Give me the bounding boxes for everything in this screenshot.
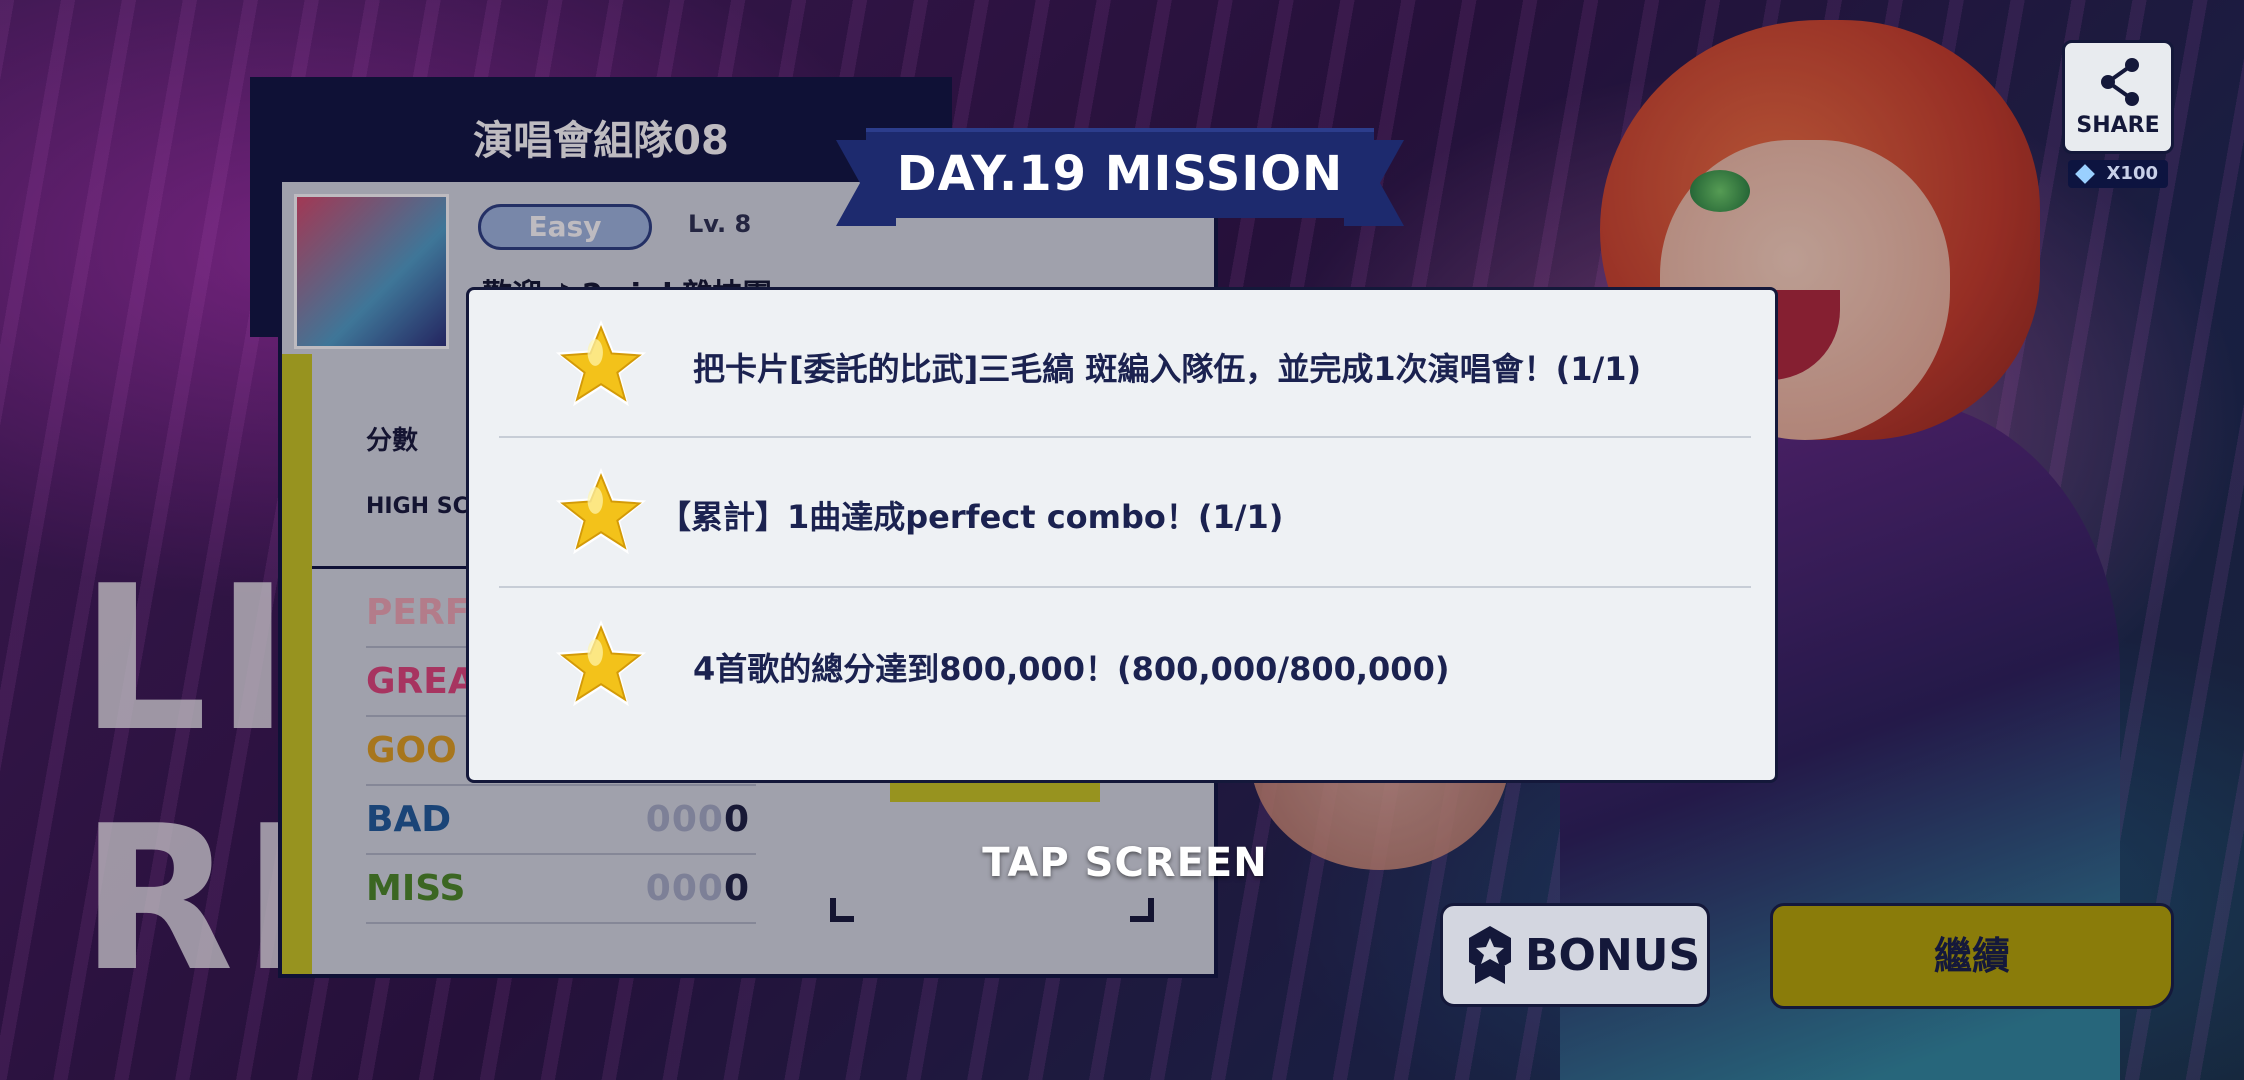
mission-modal: 把卡片[委託的比武]三毛縞 斑編入隊伍，並完成1次演唱會！(1/1) 【累計】1… — [466, 287, 1778, 783]
star-icon — [555, 319, 647, 407]
mission-item: 【累計】1曲達成perfect combo！(1/1) — [499, 438, 1751, 586]
share-label: SHARE — [2076, 113, 2160, 138]
star-icon — [555, 619, 647, 707]
mission-text: 4首歌的總分達到800,000！(800,000/800,000) — [693, 650, 1450, 688]
mission-text: 【累計】1曲達成perfect combo！(1/1) — [659, 498, 1284, 536]
bonus-label: BONUS — [1525, 930, 1701, 981]
star-icon — [555, 467, 647, 555]
mission-title-ribbon: DAY.19 MISSION — [866, 128, 1374, 218]
share-reward-amount: X100 — [2106, 163, 2158, 184]
bonus-button[interactable]: BONUS — [1440, 903, 1710, 1007]
tap-screen-prompt[interactable]: TAP SCREEN — [940, 840, 1310, 886]
ribbon-badge-icon — [1469, 926, 1511, 984]
mission-item: 把卡片[委託的比武]三毛縞 斑編入隊伍，並完成1次演唱會！(1/1) — [499, 290, 1751, 438]
mission-text: 把卡片[委託的比武]三毛縞 斑編入隊伍，並完成1次演唱會！(1/1) — [693, 350, 1642, 388]
share-button[interactable]: SHARE — [2062, 40, 2174, 154]
share-icon — [2101, 58, 2139, 106]
mission-item: 4首歌的總分達到800,000！(800,000/800,000) — [499, 588, 1751, 736]
share-reward: X100 — [2068, 160, 2168, 188]
continue-button[interactable]: 繼續 — [1770, 903, 2174, 1009]
gem-icon — [2075, 164, 2095, 184]
